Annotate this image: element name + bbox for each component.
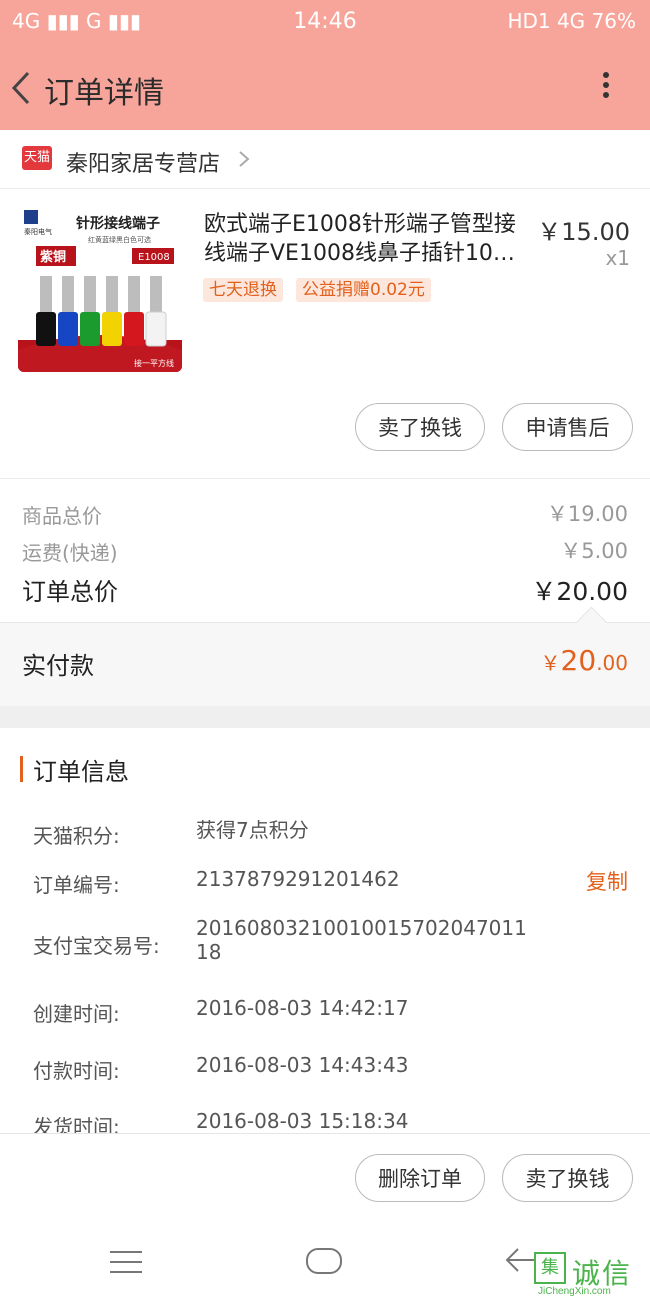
chevron-right-icon	[239, 151, 250, 167]
store-name[interactable]: 秦阳家居专营店	[66, 146, 220, 178]
info-value-created: 2016-08-03 14:42:17	[196, 996, 409, 1020]
goods-total-label: 商品总价	[22, 504, 102, 528]
paid-integer: 20	[560, 644, 597, 677]
product-image[interactable]: 秦阳电气 针形接线端子 红黄蓝绿黑白色可选 紫铜 E1008 接一平方线	[18, 200, 182, 372]
product-title[interactable]: 欧式端子E1008针形端子管型接线端子VE1008线鼻子插针10…	[204, 210, 534, 268]
info-label-order-no: 订单编号:	[33, 873, 120, 897]
divider	[0, 478, 650, 479]
divider	[0, 188, 650, 189]
info-label-created: 创建时间:	[33, 1002, 120, 1026]
info-value-shipped: 2016-08-03 15:18:34	[196, 1109, 409, 1133]
product-price: ￥15.00	[537, 218, 630, 246]
section-gap	[0, 706, 650, 728]
tmall-badge: 天猫	[22, 146, 52, 170]
page-title: 订单详情	[44, 76, 164, 111]
watermark-en: JiChengXin.com	[538, 1286, 611, 1297]
tag-charity: 公益捐赠0.02元	[296, 278, 431, 302]
paid-decimal: .00	[596, 651, 628, 675]
info-value-order-no: 2137879291201462	[196, 867, 400, 891]
product-quantity: x1	[605, 246, 630, 270]
image-brand-text: 秦阳电气	[24, 227, 52, 236]
info-label-points: 天猫积分:	[33, 824, 120, 848]
shipping-label: 运费(快递)	[22, 541, 118, 565]
info-value-alipay: 2016080321001001570204701118	[196, 916, 527, 964]
image-subheading-text: 红黄蓝绿黑白色可选	[88, 235, 151, 244]
home-icon[interactable]	[306, 1248, 342, 1274]
order-info-title: 订单信息	[33, 758, 129, 786]
status-bar: 4G ▮▮▮ G ▮▮▮ 14:46 HD1 4G 76%	[0, 0, 650, 44]
order-total-value: ￥20.00	[531, 577, 628, 606]
tag-seven-day-return: 七天退换	[203, 278, 283, 302]
nav-back-icon[interactable]	[504, 1246, 538, 1274]
goods-total-value: ￥19.00	[546, 502, 628, 526]
image-logo-text: 紫铜	[40, 249, 66, 265]
sell-button[interactable]: 卖了换钱	[355, 403, 485, 451]
watermark-logo: 集 诚信 JiChengXin.com	[534, 1252, 650, 1300]
copy-button[interactable]: 复制	[586, 866, 628, 896]
recent-apps-icon[interactable]	[110, 1251, 142, 1273]
paid-currency: ￥	[540, 651, 561, 675]
battery-indicators: HD1 4G 76%	[507, 9, 636, 33]
info-label-paid-time: 付款时间:	[33, 1059, 120, 1083]
shipping-value: ￥5.00	[560, 539, 628, 563]
delete-order-button[interactable]: 删除订单	[355, 1154, 485, 1202]
info-value-points: 获得7点积分	[196, 818, 309, 842]
info-value-paid-time: 2016-08-03 14:43:43	[196, 1053, 409, 1077]
back-arrow-icon[interactable]	[8, 70, 36, 106]
order-total-label: 订单总价	[22, 578, 118, 606]
after-sale-button[interactable]: 申请售后	[502, 403, 633, 451]
paid-value: ￥20.00	[541, 644, 628, 677]
watermark-box: 集	[534, 1252, 566, 1284]
section-accent-bar	[20, 756, 23, 782]
image-model-text: E1008	[138, 252, 170, 263]
paid-label: 实付款	[22, 652, 94, 680]
more-options-icon[interactable]	[596, 68, 616, 108]
image-heading-text: 针形接线端子	[75, 215, 160, 232]
bottom-sell-button[interactable]: 卖了换钱	[502, 1154, 633, 1202]
image-footer-text: 接一平方线	[134, 358, 174, 368]
info-label-alipay: 支付宝交易号:	[33, 934, 160, 958]
